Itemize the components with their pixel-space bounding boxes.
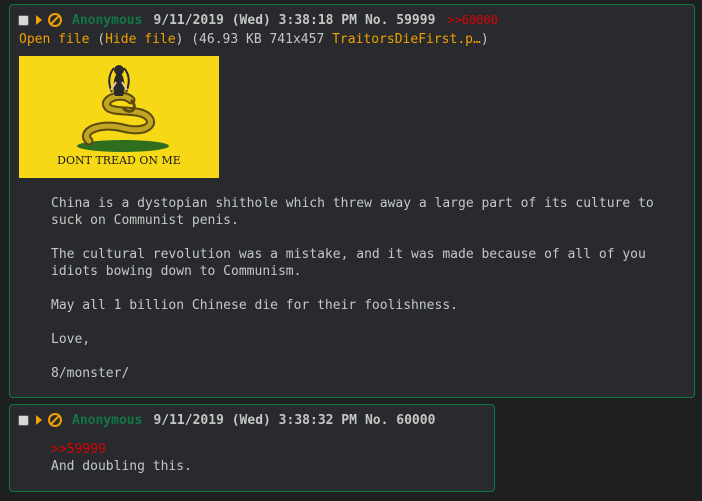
- open-file-link[interactable]: Open file: [19, 32, 89, 47]
- post-number[interactable]: 59999: [396, 13, 435, 28]
- backlink[interactable]: >>60000: [447, 13, 498, 27]
- checkbox-icon[interactable]: [18, 414, 29, 426]
- post-number-label[interactable]: No.: [365, 413, 388, 428]
- post-body: China is a dystopian shithole which thre…: [51, 196, 654, 381]
- post-intro: Anonymous 9/11/2019 (Wed) 3:38:18 PM No.…: [18, 12, 498, 28]
- post-number[interactable]: 60000: [396, 413, 435, 428]
- file-info-close: ): [480, 32, 489, 47]
- poster-name: Anonymous: [72, 412, 143, 428]
- post-intro: Anonymous 9/11/2019 (Wed) 3:38:32 PM No.…: [18, 412, 435, 428]
- gadsden-flag-image: DONT TREAD ON ME: [19, 56, 219, 178]
- checkbox-icon[interactable]: [18, 14, 29, 26]
- hide-post-icon[interactable]: [48, 413, 62, 427]
- hide-post-icon[interactable]: [48, 13, 62, 27]
- poster-name: Anonymous: [72, 12, 143, 28]
- expand-triangle-icon[interactable]: [36, 15, 42, 25]
- quote-link[interactable]: >>59999: [51, 441, 471, 458]
- post-59999: Anonymous 9/11/2019 (Wed) 3:38:18 PM No.…: [9, 4, 695, 398]
- post-date: 9/11/2019 (Wed) 3:38:32 PM: [153, 412, 357, 428]
- filename-link[interactable]: TraitorsDieFirst.p…: [332, 32, 481, 47]
- post-text: And doubling this.: [51, 459, 192, 474]
- post-body: >>59999 And doubling this.: [51, 441, 471, 475]
- expand-triangle-icon[interactable]: [36, 415, 42, 425]
- file-size-dims: (46.93 KB 741x457: [191, 32, 325, 47]
- post-60000: Anonymous 9/11/2019 (Wed) 3:38:32 PM No.…: [9, 404, 495, 492]
- flag-caption: DONT TREAD ON ME: [57, 154, 181, 167]
- hide-file-link[interactable]: Hide file: [105, 32, 175, 47]
- post-date: 9/11/2019 (Wed) 3:38:18 PM: [153, 12, 357, 28]
- file-info: Open file (Hide file) (46.93 KB 741x457 …: [19, 32, 489, 47]
- post-number-label[interactable]: No.: [365, 13, 388, 28]
- image-thumbnail[interactable]: DONT TREAD ON ME: [19, 56, 219, 178]
